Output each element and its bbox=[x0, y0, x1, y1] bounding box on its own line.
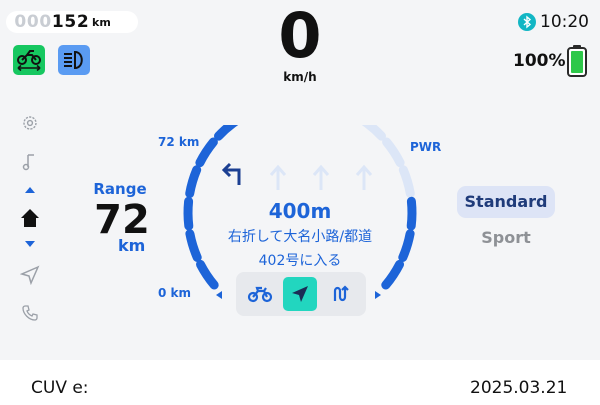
nav-down-button[interactable] bbox=[17, 238, 43, 250]
chevron-up-icon bbox=[25, 187, 35, 193]
power-gauge-segment bbox=[398, 165, 415, 199]
turn-instruction-line1: 右折して大名小路/都道 bbox=[227, 229, 373, 245]
odometer-digit: 0 bbox=[26, 12, 39, 32]
speed-value: 0 bbox=[278, 0, 322, 72]
clock: 10:20 bbox=[540, 12, 589, 32]
nav-up-button[interactable] bbox=[17, 184, 43, 196]
motorcycle-arrows-icon bbox=[13, 45, 45, 75]
home-button[interactable] bbox=[17, 205, 43, 231]
model-label: CUV e: bbox=[31, 378, 89, 398]
speed-unit: km/h bbox=[283, 70, 317, 84]
home-icon bbox=[21, 209, 39, 227]
power-gauge-segment bbox=[361, 125, 386, 141]
date-label: 2025.03.21 bbox=[470, 378, 568, 398]
gauge-min-label: 0 km bbox=[158, 286, 192, 300]
odometer-digit: 5 bbox=[64, 12, 77, 32]
motorcycle-mode-button[interactable] bbox=[243, 277, 277, 311]
music-button[interactable] bbox=[17, 149, 43, 175]
turn-distance: 400m bbox=[268, 199, 332, 223]
battery-percent: 100% bbox=[513, 51, 566, 71]
battery-icon bbox=[566, 44, 588, 77]
odometer-digit: 0 bbox=[14, 12, 27, 32]
mode-prev-button[interactable] bbox=[216, 291, 222, 299]
range-gauge-segment bbox=[185, 165, 202, 199]
phone-button[interactable] bbox=[17, 300, 43, 326]
odometer-digit: 0 bbox=[39, 12, 52, 32]
mode-next-button[interactable] bbox=[375, 291, 381, 299]
gauge-max-label: 72 km bbox=[158, 135, 200, 149]
range-gauge-segment bbox=[214, 125, 239, 141]
range-label: Range bbox=[93, 180, 147, 198]
phone-icon bbox=[22, 305, 38, 321]
chevron-down-icon bbox=[25, 241, 35, 247]
turn-left-arrow-icon bbox=[221, 162, 241, 185]
route-mode-button[interactable] bbox=[323, 277, 357, 311]
gauge-power-label: PWR bbox=[410, 140, 442, 154]
odometer: 0 0 0 1 5 2 km bbox=[6, 11, 138, 33]
navigation-icon bbox=[20, 265, 40, 285]
odometer-unit: km bbox=[92, 15, 111, 29]
dashboard-screen: 0 0 0 1 5 2 km 0 km/h 10:20 100% Range 7… bbox=[0, 0, 600, 360]
navigation-mode-button[interactable] bbox=[283, 277, 317, 311]
settings-icon bbox=[23, 116, 37, 130]
navigation-button[interactable] bbox=[17, 262, 43, 288]
range-gauge-segment bbox=[195, 137, 218, 168]
range-gauge-segment bbox=[183, 196, 194, 231]
lane-arrows-icon bbox=[269, 164, 373, 190]
ride-mode-sport[interactable]: Sport bbox=[457, 227, 555, 249]
power-gauge-segment bbox=[406, 196, 417, 231]
range-unit: km bbox=[118, 236, 146, 255]
navigation-arrow-icon bbox=[292, 286, 308, 302]
bluetooth-icon bbox=[518, 13, 536, 31]
power-gauge-segment bbox=[382, 137, 405, 168]
route-icon bbox=[333, 285, 349, 302]
odometer-digit: 2 bbox=[76, 12, 89, 32]
settings-button[interactable] bbox=[17, 110, 43, 136]
ride-mode-standard[interactable]: Standard bbox=[457, 186, 555, 218]
odometer-digit: 1 bbox=[51, 12, 64, 32]
motorcycle-icon bbox=[247, 286, 273, 303]
high-beam-icon bbox=[58, 45, 90, 75]
music-icon bbox=[22, 154, 34, 171]
turn-instruction-line2: 402号に入る bbox=[258, 253, 342, 269]
